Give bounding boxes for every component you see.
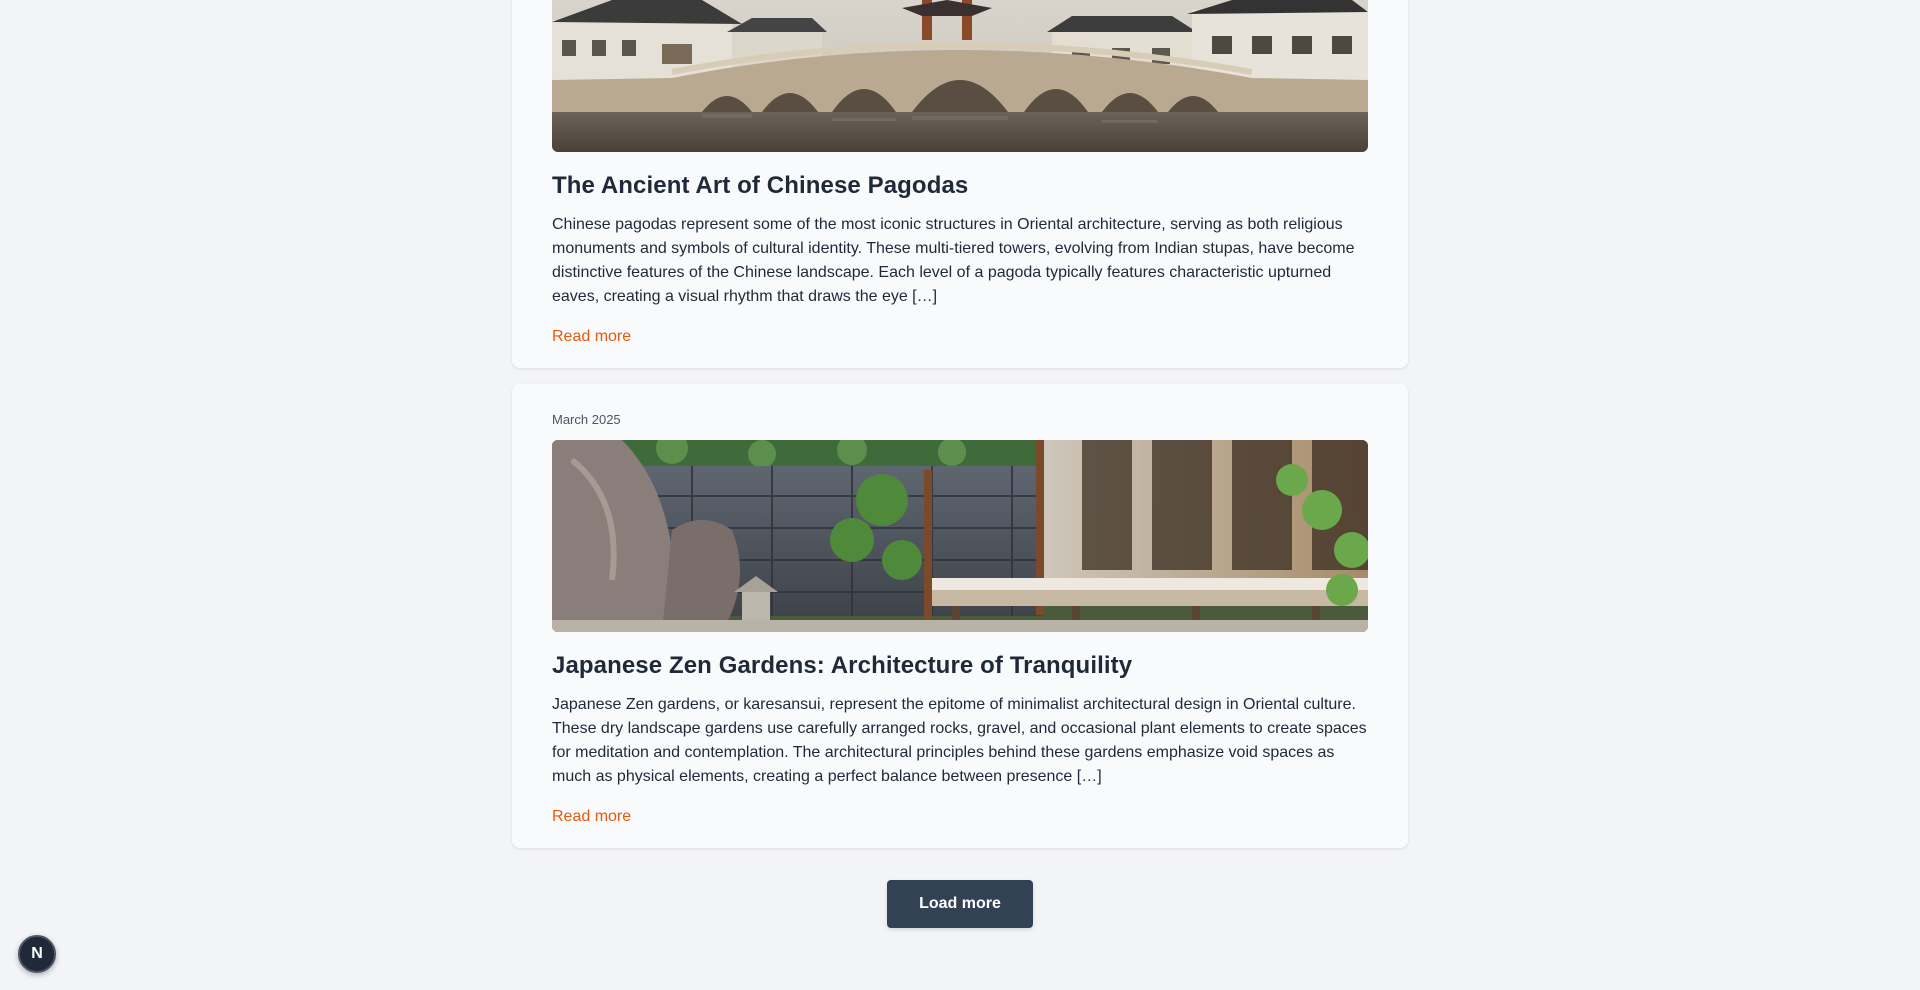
post-card: March 2025 Japanese Zen Gardens: Archite… xyxy=(512,384,1408,848)
bridge-image xyxy=(552,0,1368,152)
post-title[interactable]: The Ancient Art of Chinese Pagodas xyxy=(552,171,1368,201)
post-title[interactable]: Japanese Zen Gardens: Architecture of Tr… xyxy=(552,651,1368,681)
post-thumbnail-bridge[interactable] xyxy=(552,0,1368,152)
post-date: March 2025 xyxy=(552,412,621,427)
post-excerpt: Chinese pagodas represent some of the mo… xyxy=(552,216,1355,305)
post-card: The Ancient Art of Chinese Pagodas Chine… xyxy=(512,0,1408,368)
post-excerpt: Japanese Zen gardens, or karesansui, rep… xyxy=(552,696,1367,785)
dev-badge-letter: N xyxy=(31,945,43,962)
read-more-link[interactable]: Read more xyxy=(552,325,631,349)
load-more-button[interactable]: Load more xyxy=(887,880,1033,928)
post-thumbnail-zen-garden[interactable] xyxy=(552,440,1368,632)
zen-garden-image xyxy=(552,440,1368,632)
read-more-link[interactable]: Read more xyxy=(552,805,631,829)
dev-tools-badge[interactable]: N xyxy=(18,935,56,973)
